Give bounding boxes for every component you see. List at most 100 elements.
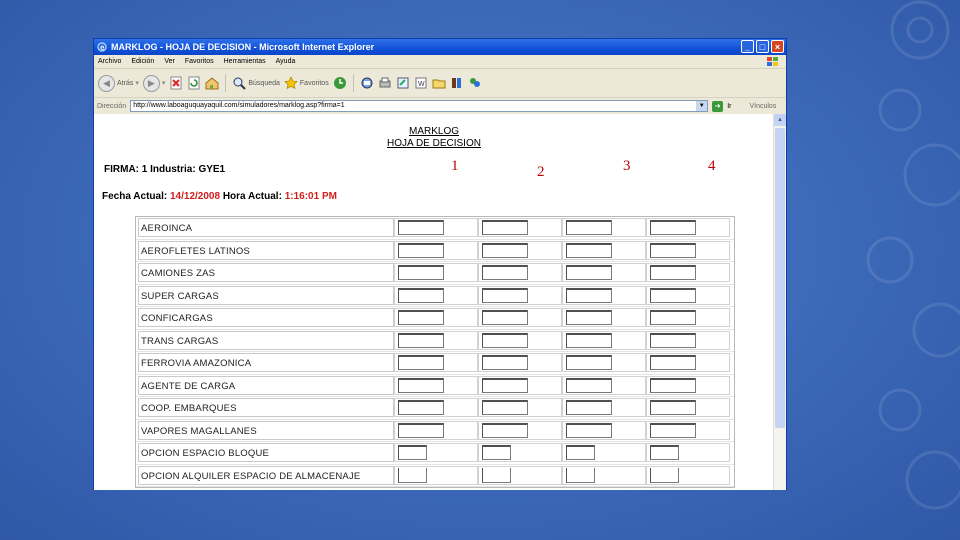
decision-input-4[interactable] xyxy=(650,355,696,371)
decision-input-4[interactable] xyxy=(650,242,696,258)
history-icon[interactable] xyxy=(333,76,347,90)
edit-icon[interactable] xyxy=(396,76,410,90)
decision-input-1[interactable] xyxy=(398,242,444,258)
stop-icon[interactable] xyxy=(169,76,183,90)
table-row: CONFICARGAS xyxy=(136,307,734,330)
refresh-icon[interactable] xyxy=(187,76,201,90)
mail-icon[interactable] xyxy=(360,76,374,90)
menu-ver[interactable]: Ver xyxy=(164,58,175,65)
decision-input-4[interactable] xyxy=(650,422,696,438)
decision-input-3[interactable] xyxy=(566,242,612,258)
scroll-thumb[interactable] xyxy=(775,128,785,428)
decision-input-4[interactable] xyxy=(650,220,696,236)
decision-input-1[interactable] xyxy=(398,310,444,326)
table-cell xyxy=(394,263,478,283)
vertical-scrollbar[interactable]: ▲ xyxy=(773,114,786,490)
go-label[interactable]: Ir xyxy=(727,103,731,110)
title-bar[interactable]: e MARKLOG - HOJA DE DECISION - Microsoft… xyxy=(94,39,786,55)
forward-button[interactable]: ▶ ▾ xyxy=(142,74,165,92)
row-label: TRANS CARGAS xyxy=(138,330,394,350)
menu-herramientas[interactable]: Herramientas xyxy=(224,58,266,65)
decision-input-1[interactable] xyxy=(398,400,444,416)
decision-input-2[interactable] xyxy=(482,310,528,326)
decision-input-1[interactable] xyxy=(398,220,444,236)
decision-input-1[interactable] xyxy=(398,355,444,371)
menu-favoritos[interactable]: Favoritos xyxy=(185,58,214,65)
menu-edicion[interactable]: Edición xyxy=(131,58,154,65)
table-cell xyxy=(562,308,646,328)
decision-input-2[interactable] xyxy=(482,445,511,461)
decision-input-3[interactable] xyxy=(566,265,612,281)
minimize-button[interactable]: _ xyxy=(741,40,754,53)
maximize-button[interactable]: □ xyxy=(756,40,769,53)
decision-input-2[interactable] xyxy=(482,220,528,236)
research-icon[interactable] xyxy=(450,76,464,90)
menu-ayuda[interactable]: Ayuda xyxy=(276,58,296,65)
decision-input-3[interactable] xyxy=(566,287,612,303)
word-icon[interactable]: W xyxy=(414,76,428,90)
decision-input-4[interactable] xyxy=(650,332,696,348)
decision-input-2[interactable] xyxy=(482,332,528,348)
decision-input-2[interactable] xyxy=(482,355,528,371)
decision-input-1[interactable] xyxy=(398,467,427,483)
decision-input-3[interactable] xyxy=(566,377,612,393)
decision-input-3[interactable] xyxy=(566,445,595,461)
decision-input-3[interactable] xyxy=(566,467,595,483)
decision-input-1[interactable] xyxy=(398,332,444,348)
table-row: FERROVIA AMAZONICA xyxy=(136,352,734,375)
scroll-up-icon[interactable]: ▲ xyxy=(774,114,786,126)
decision-input-4[interactable] xyxy=(650,445,679,461)
decision-input-3[interactable] xyxy=(566,220,612,236)
decision-input-2[interactable] xyxy=(482,377,528,393)
decision-input-4[interactable] xyxy=(650,400,696,416)
table-cell xyxy=(394,420,478,440)
decision-input-2[interactable] xyxy=(482,287,528,303)
decision-input-1[interactable] xyxy=(398,445,427,461)
decision-input-2[interactable] xyxy=(482,242,528,258)
menu-archivo[interactable]: Archivo xyxy=(98,58,121,65)
decision-input-3[interactable] xyxy=(566,310,612,326)
decision-input-3[interactable] xyxy=(566,332,612,348)
decision-input-4[interactable] xyxy=(650,467,679,483)
decision-input-1[interactable] xyxy=(398,265,444,281)
messenger-icon[interactable] xyxy=(468,76,482,90)
decision-input-2[interactable] xyxy=(482,400,528,416)
decision-input-4[interactable] xyxy=(650,287,696,303)
table-cell xyxy=(394,443,478,463)
go-icon[interactable]: ➜ xyxy=(712,100,724,112)
table-cell xyxy=(394,465,478,485)
address-url: http://www.laboaguquayaquil.com/simulado… xyxy=(133,102,345,109)
decision-input-4[interactable] xyxy=(650,265,696,281)
table-cell xyxy=(394,308,478,328)
favorites-button[interactable]: Favoritos xyxy=(284,76,329,90)
page-title: MARKLOG xyxy=(408,126,459,137)
decision-input-1[interactable] xyxy=(398,422,444,438)
table-cell xyxy=(394,218,478,238)
back-button[interactable]: ◀ Atrás ▾ xyxy=(98,74,139,92)
home-icon[interactable] xyxy=(205,76,219,90)
decision-input-1[interactable] xyxy=(398,377,444,393)
table-cell xyxy=(478,420,562,440)
decision-input-2[interactable] xyxy=(482,422,528,438)
fecha-value: 14/12/2008 xyxy=(169,191,221,202)
search-button[interactable]: Búsqueda xyxy=(232,76,280,90)
decision-input-3[interactable] xyxy=(566,355,612,371)
decision-input-2[interactable] xyxy=(482,467,511,483)
table-row: OPCION ESPACIO BLOQUE xyxy=(136,442,734,465)
table-cell xyxy=(646,285,730,305)
folder-icon[interactable] xyxy=(432,76,446,90)
decision-input-2[interactable] xyxy=(482,265,528,281)
decision-input-4[interactable] xyxy=(650,377,696,393)
close-button[interactable]: × xyxy=(771,40,784,53)
table-cell xyxy=(646,398,730,418)
decision-input-1[interactable] xyxy=(398,287,444,303)
links-label[interactable]: Vínculos xyxy=(749,103,776,110)
decision-input-3[interactable] xyxy=(566,400,612,416)
table-row: COOP. EMBARQUES xyxy=(136,397,734,420)
address-input[interactable]: http://www.laboaguquayaquil.com/simulado… xyxy=(130,100,709,112)
address-dropdown-icon[interactable]: ▼ xyxy=(696,101,708,111)
window-title: MARKLOG - HOJA DE DECISION - Microsoft I… xyxy=(111,42,375,52)
decision-input-4[interactable] xyxy=(650,310,696,326)
decision-input-3[interactable] xyxy=(566,422,612,438)
print-icon[interactable] xyxy=(378,76,392,90)
